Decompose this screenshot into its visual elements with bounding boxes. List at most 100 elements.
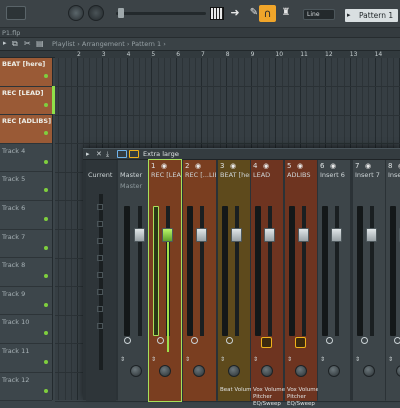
- mixer-strip[interactable]: 6 ◉ Insert 6 ⇕: [318, 160, 350, 401]
- master-volume-knob[interactable]: [68, 5, 84, 21]
- track-header[interactable]: Track 4: [0, 144, 52, 173]
- current-slot[interactable]: [97, 289, 103, 295]
- pan-knob[interactable]: [396, 365, 400, 377]
- pan-knob[interactable]: [193, 365, 205, 377]
- route-arrows-icon[interactable]: ⇕: [287, 357, 292, 363]
- track-enable-led[interactable]: [44, 188, 48, 193]
- strip-info-icon[interactable]: ◉: [161, 162, 167, 170]
- strip-name[interactable]: LEAD: [251, 171, 283, 179]
- options-arrow-icon[interactable]: ▸: [3, 39, 7, 47]
- mixer-strip[interactable]: 7 ◉ Insert 7 ⇕: [353, 160, 385, 401]
- track-enable-led[interactable]: [44, 245, 48, 250]
- track-enable-led[interactable]: [44, 302, 48, 307]
- current-slot[interactable]: [97, 255, 103, 261]
- volume-fader[interactable]: [196, 228, 207, 242]
- volume-fader[interactable]: [331, 228, 342, 242]
- stereo-separation-knob[interactable]: [124, 337, 131, 344]
- mixer-strip[interactable]: 1 ◉REC [LEAD] ⇕: [148, 159, 182, 402]
- breadcrumb-section[interactable]: Arrangement: [82, 40, 125, 48]
- mixer-strip[interactable]: Master Master ⇕: [118, 160, 148, 401]
- track-header[interactable]: Track 12: [0, 373, 52, 402]
- master-pitch-knob[interactable]: [88, 5, 104, 21]
- current-slot[interactable]: [97, 323, 103, 329]
- volume-fader[interactable]: [134, 228, 145, 242]
- piano-icon[interactable]: [210, 7, 224, 20]
- fx-slot-icon[interactable]: [261, 337, 272, 348]
- strip-name[interactable]: Master: [118, 171, 148, 179]
- volume-fader[interactable]: [298, 228, 309, 242]
- fx-slot-icon[interactable]: [295, 337, 306, 348]
- magnet-snap-icon[interactable]: ∩: [259, 5, 276, 22]
- mixer-strip[interactable]: 2 ◉REC [...LIBS] ⇕: [183, 160, 216, 401]
- strip-info-icon[interactable]: ◉: [297, 162, 303, 170]
- strip-name[interactable]: REC [LEAD]: [149, 171, 181, 179]
- route-arrows-icon[interactable]: ⇕: [120, 357, 125, 363]
- time-slider[interactable]: [116, 12, 206, 15]
- track-header[interactable]: REC [ADLIBS]: [0, 115, 52, 144]
- fx-chain-list[interactable]: Vox Volume Pitcher EQ/Sweep: [253, 387, 285, 408]
- volume-fader[interactable]: [162, 228, 173, 242]
- wrench-icon[interactable]: ✂: [24, 39, 31, 48]
- track-enable-led[interactable]: [44, 360, 48, 364]
- current-slot[interactable]: [97, 238, 103, 244]
- mixer-size-label[interactable]: Extra large: [143, 150, 179, 158]
- fx-chain-list[interactable]: Beat Volume: [220, 387, 255, 394]
- mixer-icon[interactable]: ⧉: [12, 39, 18, 49]
- arrow-right-icon[interactable]: ➜: [228, 6, 242, 20]
- route-arrows-icon[interactable]: ⇕: [320, 357, 325, 363]
- strip-name[interactable]: Insert 7: [353, 171, 385, 179]
- track-enable-led[interactable]: [44, 159, 48, 164]
- track-enable-led[interactable]: [44, 217, 48, 221]
- route-arrows-icon[interactable]: ⇕: [185, 357, 190, 363]
- pan-knob[interactable]: [328, 365, 340, 377]
- fx-chain-list[interactable]: Vox Volume Pitcher EQ/Sweep: [287, 387, 319, 408]
- pan-knob[interactable]: [159, 365, 171, 377]
- stereo-separation-knob[interactable]: [157, 337, 164, 344]
- mixer-strip[interactable]: 8◉Insert 8⇕: [386, 160, 400, 401]
- track-enable-led[interactable]: [44, 74, 48, 78]
- track-enable-led[interactable]: [44, 274, 48, 279]
- time-slider-handle[interactable]: [118, 8, 124, 18]
- strip-name[interactable]: ADLIBS: [285, 171, 317, 179]
- strip-name[interactable]: Insert 8: [386, 171, 400, 179]
- track-header[interactable]: Track 11: [0, 344, 52, 373]
- breadcrumb-root[interactable]: Playlist: [52, 40, 75, 48]
- volume-fader[interactable]: [366, 228, 377, 242]
- layout-narrow-icon[interactable]: [129, 150, 139, 158]
- stereo-separation-knob[interactable]: [394, 337, 400, 344]
- route-arrows-icon[interactable]: ⇕: [388, 357, 393, 363]
- strip-name[interactable]: Current: [86, 171, 116, 179]
- current-slot[interactable]: [97, 272, 103, 278]
- current-slot[interactable]: [97, 204, 103, 210]
- track-header[interactable]: Track 8: [0, 258, 52, 287]
- strip-info-icon[interactable]: ◉: [230, 162, 236, 170]
- track-enable-led[interactable]: [44, 388, 48, 393]
- track-header[interactable]: BEAT [here]: [0, 58, 52, 87]
- pan-knob[interactable]: [130, 365, 142, 377]
- size-dropdown-arrow-icon[interactable]: ‹: [177, 150, 180, 158]
- strip-name[interactable]: BEAT [here]: [218, 171, 250, 179]
- strip-info-icon[interactable]: ◉: [365, 162, 371, 170]
- track-header[interactable]: Track 9: [0, 287, 52, 316]
- route-arrows-icon[interactable]: ⇕: [253, 357, 258, 363]
- strip-info-icon[interactable]: ◉: [330, 162, 336, 170]
- route-arrows-icon[interactable]: ⇕: [355, 357, 360, 363]
- pin-icon[interactable]: ✕: [96, 150, 102, 158]
- track-enable-led[interactable]: [44, 331, 48, 336]
- track-header[interactable]: REC [LEAD]: [0, 86, 52, 116]
- snap-select[interactable]: Line: [303, 9, 335, 20]
- pan-knob[interactable]: [363, 365, 375, 377]
- route-arrows-icon[interactable]: ⇕: [151, 357, 156, 363]
- volume-fader[interactable]: [231, 228, 242, 242]
- track-header[interactable]: Track 10: [0, 315, 52, 344]
- mixer-strip[interactable]: 5 ◉ ADLIBS ⇕ Vox Volume Pitcher EQ/Sweep: [285, 160, 319, 407]
- pan-knob[interactable]: [228, 365, 240, 377]
- current-slot[interactable]: [97, 221, 103, 227]
- stepseq-icon[interactable]: ▤: [36, 39, 44, 48]
- track-enable-led[interactable]: [44, 102, 48, 107]
- strip-info-icon[interactable]: ◉: [195, 162, 201, 170]
- stamp-icon[interactable]: ♜: [279, 6, 293, 20]
- pan-knob[interactable]: [261, 365, 273, 377]
- download-icon[interactable]: ⤓: [106, 150, 109, 159]
- mixer-strip[interactable]: Current: [86, 160, 116, 401]
